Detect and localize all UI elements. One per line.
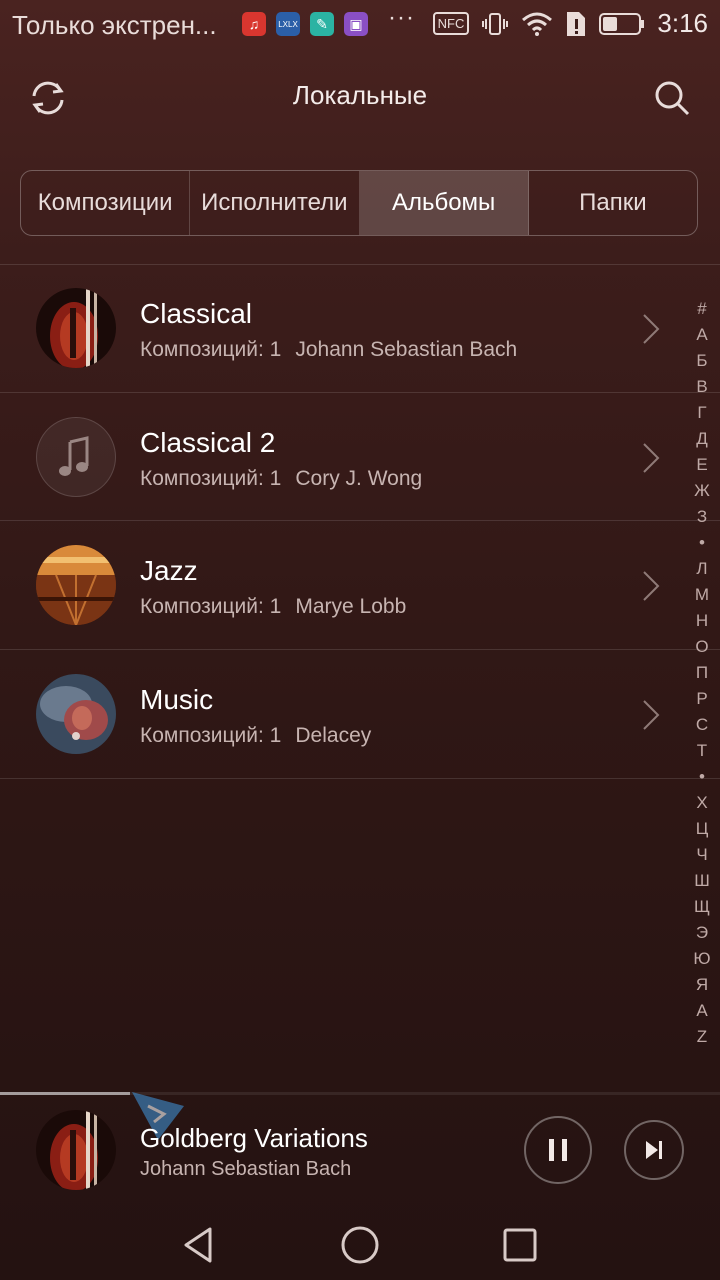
index-letter[interactable]: Ч <box>696 842 707 868</box>
nav-back-button[interactable] <box>170 1220 230 1270</box>
album-row[interactable]: Classical Композиций: 1 Johann Sebastian … <box>0 264 690 392</box>
page-title: Локальные <box>292 80 428 110</box>
index-letter[interactable]: Б <box>696 348 707 374</box>
index-letter[interactable]: С <box>696 712 708 738</box>
album-artist: Cory J. Wong <box>295 467 423 490</box>
album-row[interactable]: Classical 2 Композиций: 1 Cory J. Wong <box>0 393 690 521</box>
search-icon <box>655 81 690 116</box>
music-note-placeholder <box>36 417 116 497</box>
wifi-icon <box>522 12 553 36</box>
chevron-right-icon <box>643 571 660 601</box>
track-count: Композиций: 1 <box>140 595 282 618</box>
index-letter[interactable]: # <box>697 296 706 322</box>
index-letter[interactable]: О <box>695 634 708 660</box>
nav-home-button[interactable] <box>330 1220 390 1270</box>
index-letter[interactable]: A <box>696 998 707 1024</box>
album-artist: Delacey <box>295 724 372 747</box>
index-letter[interactable]: Э <box>696 920 708 946</box>
tab-albums[interactable]: Альбомы <box>359 171 529 235</box>
tab-songs[interactable]: Композиции <box>21 171 191 235</box>
album-row[interactable]: Music Композиций: 1 Delacey <box>0 650 690 778</box>
lxlx-app-icon: LXLX <box>276 12 300 36</box>
pause-button[interactable] <box>524 1116 592 1184</box>
index-letter[interactable]: Ш <box>694 868 710 894</box>
album-artist: Johann Sebastian Bach <box>295 338 518 361</box>
index-letter[interactable]: Р <box>696 686 707 712</box>
chevron-right-icon <box>643 443 660 473</box>
back-triangle-icon <box>184 1227 212 1263</box>
battery-icon <box>599 12 645 35</box>
track-count: Композиций: 1 <box>140 467 282 490</box>
divider <box>0 778 720 779</box>
album-subtitle: Композиций: 1 Delacey <box>140 724 371 748</box>
index-letter[interactable]: Х <box>696 790 707 816</box>
category-tabs: Композиции Исполнители Альбомы Папки <box>20 170 698 236</box>
index-letter[interactable]: • <box>699 530 705 556</box>
album-subtitle: Композиций: 1 Cory J. Wong <box>140 467 422 491</box>
album-title: Music <box>140 684 214 715</box>
now-playing-title: Goldberg Variations <box>140 1123 368 1153</box>
index-letter[interactable]: Z <box>697 1024 707 1050</box>
now-playing-artist: Johann Sebastian Bach <box>140 1158 352 1180</box>
jazz-hall-cover <box>36 545 116 625</box>
index-letter[interactable]: Л <box>696 556 707 582</box>
index-letter[interactable]: М <box>695 582 709 608</box>
album-title: Classical 2 <box>140 427 276 458</box>
index-letter[interactable]: Е <box>696 452 707 478</box>
index-letter[interactable]: З <box>697 504 707 530</box>
index-letter[interactable]: В <box>696 374 707 400</box>
skip-next-icon <box>646 1141 662 1159</box>
album-artist: Marye Lobb <box>295 595 407 618</box>
carrier-label: Только экстрен... <box>12 10 217 40</box>
nav-recents-button[interactable] <box>490 1220 550 1270</box>
notification-icons: ♫ LXLX ✎ ▣ <box>242 12 368 36</box>
violin-cover <box>36 288 116 368</box>
overflow-dots: ··· <box>388 4 415 31</box>
nebula-cover <box>36 674 116 754</box>
album-title: Jazz <box>140 555 198 586</box>
home-circle-icon <box>341 1226 379 1264</box>
tab-folders[interactable]: Папки <box>529 171 697 235</box>
music-app-icon: ♫ <box>242 12 266 36</box>
no-sim-icon <box>567 11 586 36</box>
index-letter[interactable]: Д <box>696 426 708 452</box>
track-count: Композиций: 1 <box>140 724 282 747</box>
clock: 3:16 <box>657 8 708 38</box>
album-row[interactable]: Jazz Композиций: 1 Marye Lobb <box>0 521 690 649</box>
pen-app-icon: ✎ <box>310 12 334 36</box>
recents-square-icon <box>503 1228 537 1262</box>
index-letter[interactable]: П <box>696 660 708 686</box>
index-letter[interactable]: Я <box>696 972 708 998</box>
index-letter[interactable]: Ц <box>696 816 709 842</box>
alphabet-index[interactable]: # А Б В Г Д Е Ж З • Л М Н О П Р С Т • Х Ц Ч Ш Щ Э Ю Я A Z <box>690 296 714 1050</box>
album-subtitle: Композиций: 1 Marye Lobb <box>140 595 406 619</box>
status-bar: Только экстрен... ♫ LXLX ✎ ▣ ··· NFC 3:1… <box>0 0 720 50</box>
index-letter[interactable]: • <box>699 764 705 790</box>
index-letter[interactable]: Ю <box>693 946 710 972</box>
index-letter[interactable]: Ж <box>694 478 710 504</box>
gallery-app-icon: ▣ <box>344 12 368 36</box>
index-letter[interactable]: Т <box>697 738 707 764</box>
index-letter[interactable]: Щ <box>694 894 710 920</box>
index-letter[interactable]: А <box>696 322 707 348</box>
album-title: Classical <box>140 298 253 329</box>
now-playing-cover <box>36 1110 116 1190</box>
vibrate-icon <box>482 12 509 35</box>
album-subtitle: Композиций: 1 Johann Sebastian Bach <box>140 338 517 362</box>
chevron-right-icon <box>643 700 660 730</box>
next-track-button[interactable] <box>624 1120 684 1180</box>
nfc-icon: NFC <box>432 12 470 35</box>
pause-icon <box>549 1139 567 1161</box>
tab-artists[interactable]: Исполнители <box>190 171 360 235</box>
index-letter[interactable]: Г <box>697 400 706 426</box>
index-letter[interactable]: Н <box>696 608 708 634</box>
track-count: Композиций: 1 <box>140 338 282 361</box>
chevron-right-icon <box>643 314 660 344</box>
search-button[interactable] <box>648 74 696 122</box>
